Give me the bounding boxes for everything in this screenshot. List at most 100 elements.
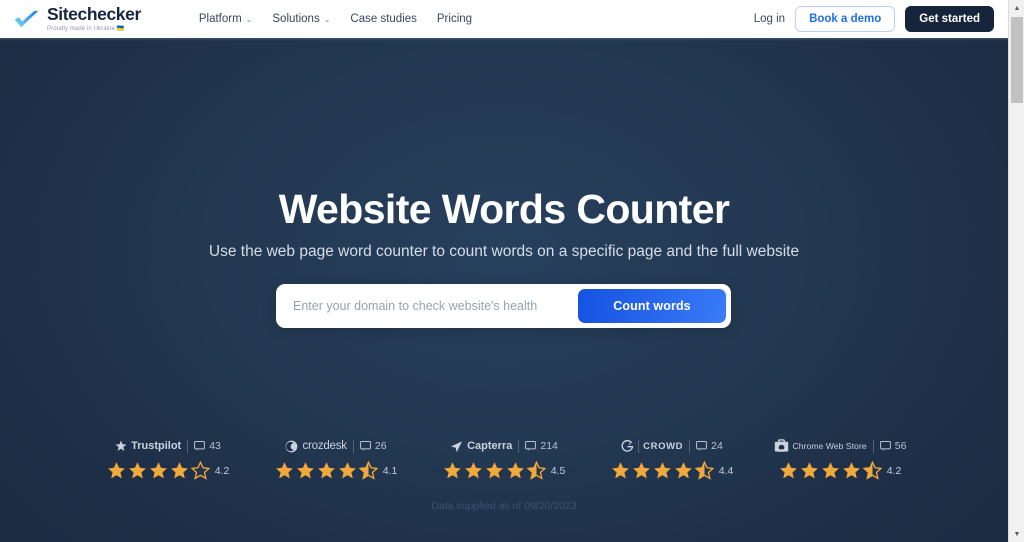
trustpilot-stars: 4.2 [107,461,230,480]
trustpilot-brand: Trustpilot [115,440,181,452]
comment-bubble-icon [879,441,891,451]
chrome-web-store-brand-label: Chrome Web Store [792,441,867,451]
star-full-icon [128,462,146,479]
review-count-wrap: 214 [525,440,558,452]
review-head: crozdesk 26 [285,438,387,454]
login-link[interactable]: Log in [754,13,785,25]
star-full-icon [107,462,125,479]
nav-label-pricing: Pricing [436,13,473,25]
trustpilot-star-icon [115,440,127,451]
get-started-button[interactable]: Get started [905,6,994,32]
comment-bubble-icon [359,441,371,451]
header-actions: Log in Book a demo Get started [754,6,994,32]
crozdesk-rating: 4.1 [382,464,398,477]
capterra-arrow-icon [451,440,463,452]
star-full-icon [170,462,188,479]
star-full-icon [611,462,629,479]
review-badges: Trustpilot 43 4.2 crozdesk 26 4.1 Capter… [0,438,1008,480]
crozdesk-icon [286,440,298,452]
review-badge-chrome-web-store: Chrome Web Store 56 4.2 [756,438,924,480]
capterra-stars: 4.5 [443,461,566,480]
star-full-icon [317,462,335,479]
book-demo-button[interactable]: Book a demo [795,6,896,32]
crozdesk-brand-label: crozdesk [302,440,347,452]
star-half-icon [526,461,546,480]
star-full-icon [779,462,797,479]
star-full-icon [632,462,650,479]
star-full-icon [485,462,503,479]
main-nav: Platform ⌄ Solutions ⌄ Case studies Pric… [199,13,472,25]
nav-label-solutions: Solutions [272,13,320,25]
browser-viewport: Sitechecker Proudly made in Ukraine 🇺🇦 P… [0,0,1024,542]
review-head: Trustpilot 43 [115,438,221,454]
g2crowd-rating: 4.4 [718,464,734,477]
page-subtitle: Use the web page word counter to count w… [208,243,800,260]
g2crowd-stars: 4.4 [611,461,734,480]
star-full-icon [338,462,356,479]
chrome-web-store-stars: 4.2 [779,461,901,480]
nav-label-case-studies: Case studies [350,13,417,25]
trustpilot-review-count: 43 [209,440,221,452]
nav-item-case-studies[interactable]: Case studies [350,13,416,25]
star-half-icon [862,461,882,480]
star-full-icon [443,462,461,479]
star-half-icon [358,461,378,480]
star-full-icon [296,462,314,479]
trustpilot-rating: 4.2 [214,464,230,477]
nav-label-platform: Platform [198,13,242,25]
review-head: Chrome Web Store 56 [774,438,907,454]
page-content: Sitechecker Proudly made in Ukraine 🇺🇦 P… [0,0,1008,542]
star-full-icon [653,462,671,479]
star-full-icon [275,462,293,479]
page-title: Website Words Counter [278,186,730,232]
scroll-up-arrow-icon[interactable]: ▲ [1009,0,1024,16]
chrome-web-store-brand: Chrome Web Store [774,439,867,453]
review-count-wrap: 56 [879,440,907,452]
crozdesk-stars: 4.1 [275,461,398,480]
svg-text:2: 2 [629,441,632,445]
logo-tagline: Proudly made in Ukraine 🇺🇦 [47,26,125,32]
divider [638,439,640,453]
scrollbar-thumb[interactable] [1011,17,1023,103]
comment-bubble-icon [696,441,708,451]
count-words-button[interactable]: Count words [578,289,726,323]
nav-item-solutions[interactable]: Solutions ⌄ [272,13,330,25]
capterra-brand-label: Capterra [467,440,513,452]
review-badge-trustpilot: Trustpilot 43 4.2 [84,438,252,480]
g2crowd-review-count: 24 [711,440,723,452]
blue-check-logo-icon [14,10,39,28]
star-full-icon [800,462,818,479]
capterra-rating: 4.5 [550,464,566,477]
hero-section: Website Words Counter Use the web page w… [0,38,1008,542]
domain-search-bar: Count words [276,284,731,328]
star-half-icon [694,461,714,480]
nav-item-platform[interactable]: Platform ⌄ [199,13,253,25]
g2crowd-brand-label: CROWD [643,440,684,452]
chrome-web-store-review-count: 56 [894,440,907,452]
crozdesk-brand: crozdesk [285,440,347,453]
trustpilot-brand-label: Trustpilot [131,440,182,452]
page-scrollbar[interactable]: ▲ ▼ [1008,0,1024,542]
star-empty-icon [190,461,210,480]
star-full-icon [674,462,692,479]
chevron-down-icon: ⌄ [323,15,331,24]
divider [352,439,354,453]
logo[interactable]: Sitechecker Proudly made in Ukraine 🇺🇦 [14,4,141,32]
star-full-icon [149,462,167,479]
g2-crowd-icon: 2 [621,439,634,452]
scroll-down-arrow-icon[interactable]: ▼ [1009,526,1024,542]
review-head: 2 CROWD 24 [621,438,723,454]
divider [518,439,520,453]
star-full-icon [821,462,839,479]
logo-name: Sitechecker [47,4,141,24]
review-badge-g2crowd: 2 CROWD 24 4.4 [588,438,756,480]
review-head: Capterra 214 [450,438,558,454]
data-supplied-note: Data supplied as of 09/20/2023 [431,500,577,512]
domain-search-input[interactable] [281,289,578,323]
review-badge-crozdesk: crozdesk 26 4.1 [252,438,420,480]
divider [187,439,189,453]
nav-item-pricing[interactable]: Pricing [437,13,472,25]
divider [872,439,874,453]
star-full-icon [464,462,482,479]
divider [689,439,691,453]
